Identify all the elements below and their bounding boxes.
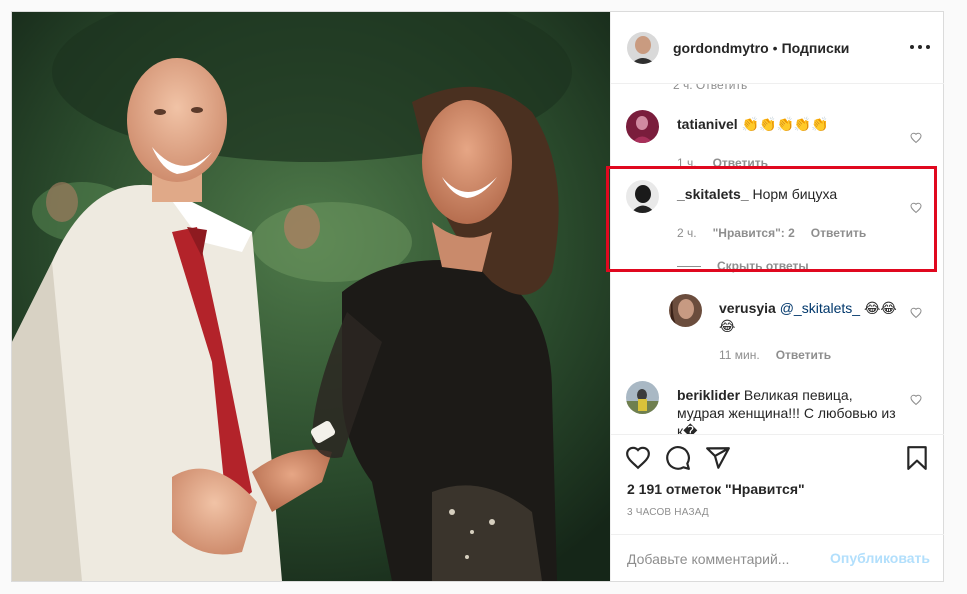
like-comment-icon[interactable]	[910, 202, 922, 214]
likes-count[interactable]: 2 191 отметок "Нравится"	[627, 481, 805, 497]
post-sidebar: gordondmytro • Подписки 2 ч. Ответить ta…	[610, 12, 944, 581]
comment-username[interactable]: verusyia	[719, 300, 776, 316]
like-comment-icon[interactable]	[910, 394, 922, 406]
comments-list[interactable]: 2 ч. Ответить tatianivel 👏👏👏👏👏 1 ч. Отве…	[611, 84, 944, 434]
following-button[interactable]: Подписки	[782, 40, 850, 56]
post-photo[interactable]	[12, 12, 610, 581]
add-comment-bar: Опубликовать	[611, 534, 944, 581]
comment-username[interactable]: beriklider	[677, 387, 740, 403]
avatar[interactable]	[626, 180, 659, 213]
comment-username[interactable]: tatianivel	[677, 116, 738, 132]
comment-meta: 1 ч. Ответить	[677, 156, 768, 170]
reply-button[interactable]: Ответить	[776, 348, 831, 362]
comment-meta: 2 ч. "Нравится": 2 Ответить	[677, 226, 866, 240]
comment-body: Норм бицуха	[752, 186, 838, 202]
comment-time[interactable]: 11 мин.	[719, 348, 760, 362]
header-separator: •	[772, 39, 778, 56]
reply-button[interactable]: Ответить	[713, 156, 768, 170]
comment-icon[interactable]	[665, 445, 691, 471]
bookmark-icon[interactable]	[904, 445, 930, 471]
hide-replies-label: Скрыть ответы	[717, 259, 809, 273]
post-actions: 2 191 отметок "Нравится" 3 ЧАСОВ НАЗАД	[611, 434, 944, 534]
comment-mention[interactable]: @_skitalets_	[780, 300, 860, 316]
post-time[interactable]: 3 ЧАСОВ НАЗАД	[627, 507, 709, 518]
hide-replies-button[interactable]: Скрыть ответы	[677, 259, 809, 273]
hide-replies-divider	[677, 265, 701, 267]
avatar[interactable]	[626, 110, 659, 143]
comment-username[interactable]: _skitalets_	[677, 186, 749, 202]
reply-button[interactable]: Ответить	[811, 226, 866, 240]
post-header: gordondmytro • Подписки	[611, 12, 944, 84]
comment-time[interactable]: 2 ч.	[677, 226, 697, 240]
comment-text: beriklider Великая певица, мудрая женщин…	[677, 386, 897, 434]
comment-text: tatianivel 👏👏👏👏👏	[677, 115, 897, 133]
add-comment-input[interactable]	[625, 545, 829, 573]
like-comment-icon[interactable]	[910, 307, 922, 319]
share-icon[interactable]	[705, 445, 731, 471]
comment-body: 👏👏👏👏👏	[741, 116, 829, 132]
post-author-username[interactable]: gordondmytro	[673, 40, 769, 56]
comment-time[interactable]: 1 ч.	[677, 156, 697, 170]
more-options-icon[interactable]	[910, 40, 930, 54]
post-card: gordondmytro • Подписки 2 ч. Ответить ta…	[11, 11, 944, 582]
avatar[interactable]	[669, 294, 702, 327]
comment-likes[interactable]: "Нравится": 2	[713, 226, 795, 240]
heart-icon[interactable]	[625, 445, 651, 471]
comment-text: _skitalets_ Норм бицуха	[677, 185, 897, 203]
comment-text: verusyia @_skitalets_ 😂😂😂	[719, 299, 904, 335]
avatar[interactable]	[626, 381, 659, 414]
avatar[interactable]	[627, 31, 659, 64]
clipped-comment-meta: 2 ч. Ответить	[673, 84, 748, 92]
like-comment-icon[interactable]	[910, 132, 922, 144]
publish-button[interactable]: Опубликовать	[830, 550, 930, 566]
comment-meta: 11 мин. Ответить	[719, 348, 831, 362]
